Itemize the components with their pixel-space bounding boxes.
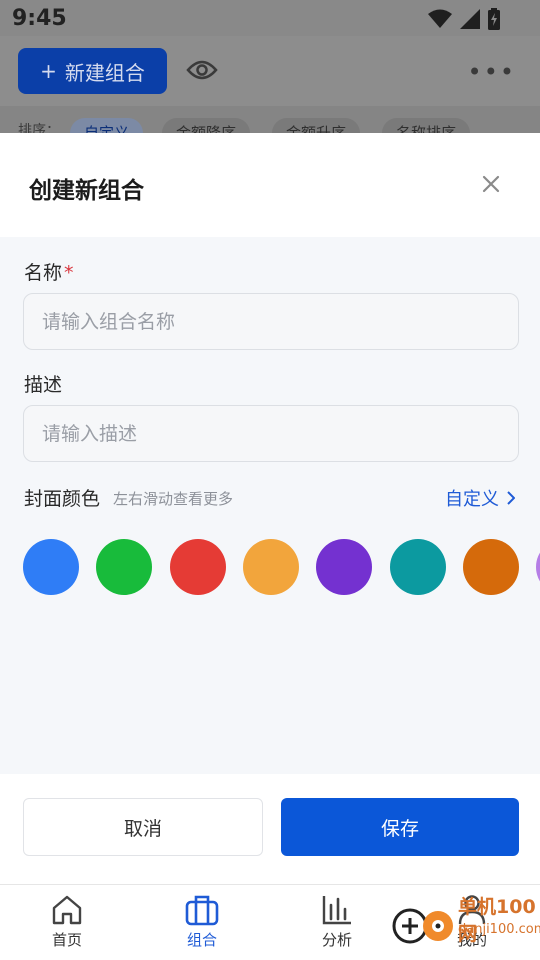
desc-input[interactable] bbox=[24, 406, 518, 461]
cancel-button[interactable]: 取消 bbox=[23, 798, 263, 856]
tab-home[interactable]: 首页 bbox=[17, 893, 117, 957]
briefcase-icon bbox=[185, 895, 219, 926]
color-swatch[interactable] bbox=[462, 539, 519, 595]
wifi-icon bbox=[428, 9, 452, 28]
eye-icon bbox=[186, 60, 218, 80]
sort-chip-amount-asc: 金额升序 bbox=[272, 118, 361, 134]
status-bar: 9:45 bbox=[0, 0, 540, 36]
tab-portfolio[interactable]: 组合 bbox=[152, 893, 252, 957]
home-icon bbox=[52, 895, 82, 925]
sheet-footer: 取消 保存 bbox=[0, 774, 540, 884]
name-label-text: 名称 bbox=[24, 262, 63, 284]
name-input[interactable] bbox=[24, 294, 518, 349]
save-button[interactable]: 保存 bbox=[281, 798, 519, 856]
new-portfolio-label: 新建组合 bbox=[64, 60, 145, 85]
cover-color-row: 封面颜色 左右滑动查看更多 自定义 bbox=[24, 484, 519, 514]
required-mark: * bbox=[64, 262, 74, 284]
name-input-box[interactable] bbox=[23, 293, 519, 350]
new-portfolio-button: + 新建组合 bbox=[18, 48, 167, 94]
tab-portfolio-label: 组合 bbox=[186, 931, 217, 949]
color-swatch[interactable] bbox=[169, 539, 226, 595]
cover-color-label: 封面颜色 bbox=[24, 488, 101, 510]
status-time: 9:45 bbox=[12, 6, 67, 31]
color-swatch[interactable] bbox=[242, 539, 299, 595]
color-swatch[interactable] bbox=[316, 539, 373, 595]
custom-color-link[interactable]: 自定义 bbox=[445, 485, 515, 511]
sort-chip-amount-desc: 金额降序 bbox=[162, 118, 251, 134]
background-sortbar: 排序： 自定义 金额降序 金额升序 名称排序 bbox=[0, 106, 540, 134]
color-swatch[interactable] bbox=[389, 539, 446, 595]
chevron-right-icon bbox=[507, 491, 515, 505]
status-icons bbox=[428, 8, 500, 30]
sort-chip-custom: 自定义 bbox=[70, 118, 144, 134]
watermark-text: 单机100网 bbox=[458, 896, 536, 945]
plus-icon: + bbox=[40, 59, 57, 83]
tab-analysis[interactable]: 分析 bbox=[287, 893, 387, 957]
background-toolbar: + 新建组合 ••• bbox=[0, 36, 540, 106]
signal-icon bbox=[460, 9, 480, 29]
watermark-logo bbox=[392, 908, 453, 944]
create-portfolio-sheet: 创建新组合 名称* 描述 封面颜色 左右滑动查看更多 自定义 取消 保存 首页 bbox=[0, 133, 540, 960]
desc-input-box[interactable] bbox=[23, 405, 519, 462]
cover-color-hint: 左右滑动查看更多 bbox=[113, 490, 234, 508]
desc-label: 描述 bbox=[24, 374, 63, 396]
watermark: 单机100网 danji100.com bbox=[392, 888, 540, 960]
tab-home-label: 首页 bbox=[51, 931, 82, 949]
sheet-title: 创建新组合 bbox=[29, 178, 144, 204]
sheet-header: 创建新组合 bbox=[0, 133, 540, 237]
color-swatch-row[interactable] bbox=[23, 539, 540, 597]
sort-label: 排序： bbox=[18, 123, 60, 134]
watermark-url: danji100.com bbox=[458, 922, 540, 937]
close-icon[interactable] bbox=[478, 171, 504, 197]
color-swatch[interactable] bbox=[96, 539, 153, 595]
bar-chart-icon bbox=[322, 896, 351, 925]
name-label: 名称 * bbox=[24, 258, 74, 285]
battery-icon bbox=[488, 8, 500, 30]
color-swatch[interactable] bbox=[23, 539, 79, 595]
sort-chip-name: 名称排序 bbox=[382, 118, 471, 134]
color-swatch[interactable] bbox=[536, 539, 540, 595]
custom-color-label: 自定义 bbox=[445, 489, 499, 510]
more-icon: ••• bbox=[467, 58, 516, 86]
tab-analysis-label: 分析 bbox=[321, 931, 352, 949]
